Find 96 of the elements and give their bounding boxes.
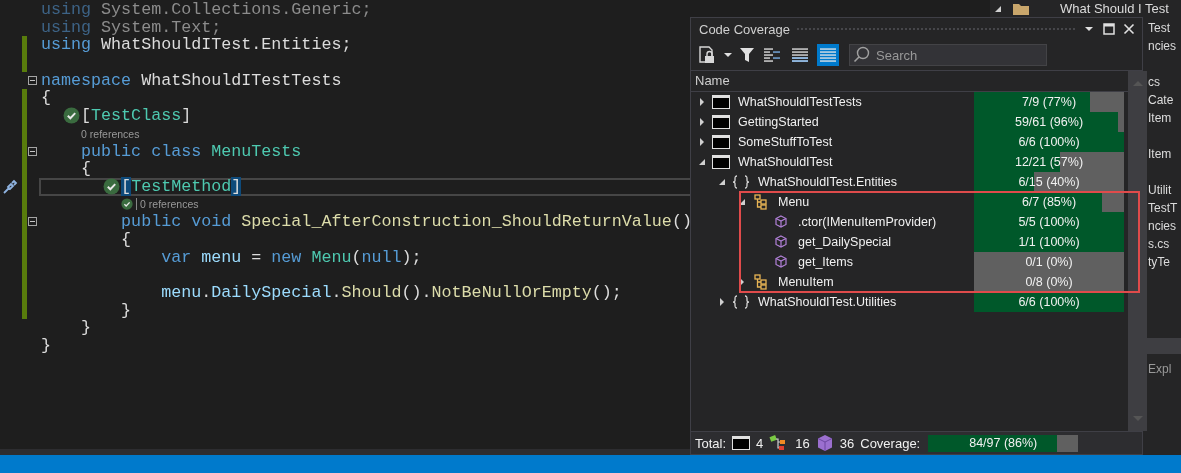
filter-icon[interactable] xyxy=(739,46,755,64)
column-header[interactable]: Name xyxy=(691,71,978,91)
tree-item-label[interactable]: WhatShouldITest.Entities xyxy=(758,175,897,189)
code-line: [TestMethod] xyxy=(121,177,242,196)
panel-tab[interactable]: Expl xyxy=(1148,362,1172,376)
class-icon xyxy=(752,274,770,290)
tree-item-label[interactable]: WhatShouldITestTests xyxy=(738,95,862,109)
namespace-icon xyxy=(732,295,750,309)
coverage-value: 6/7 (85%) xyxy=(1021,194,1077,210)
coverage-value: 0/8 (0%) xyxy=(1025,274,1073,290)
method-count: 36 xyxy=(839,435,855,451)
coverage-value: 84/97 (86%) xyxy=(969,435,1038,451)
collapse-arrow-icon[interactable] xyxy=(697,157,707,167)
expand-arrow-icon[interactable] xyxy=(697,97,707,107)
tree-item-label[interactable]: Item xyxy=(1148,145,1172,163)
dropdown-caret-icon[interactable] xyxy=(723,50,733,60)
tree-item-label[interactable]: .ctor(IMenuItemProvider) xyxy=(798,215,937,229)
code-line: var menu = new Menu(null); xyxy=(161,248,422,267)
namespace-icon xyxy=(732,175,750,189)
module-icon xyxy=(712,95,730,109)
expand-arrow-icon[interactable] xyxy=(697,117,707,127)
coverage-value: 5/5 (100%) xyxy=(1018,214,1080,230)
code-line: public void Special_AfterConstruction_ShouldReturnValue() xyxy=(121,213,692,231)
tree-item-label[interactable]: Utilit xyxy=(1148,181,1172,199)
maximize-icon[interactable] xyxy=(1102,22,1116,36)
tree-item-label[interactable]: MenuItem xyxy=(778,275,834,289)
test-passed-icon[interactable] xyxy=(102,178,120,196)
tree-item-label[interactable]: ncies xyxy=(1148,217,1176,235)
test-passed-icon[interactable] xyxy=(121,198,134,211)
code-line: { xyxy=(81,160,92,178)
tree-item-label[interactable]: WhatShouldITest xyxy=(738,155,833,169)
code-line: } xyxy=(81,319,92,338)
module-icon xyxy=(712,115,730,129)
total-label: Total: xyxy=(695,435,727,451)
collapse-icon[interactable] xyxy=(28,217,37,227)
tree-item-label[interactable]: Menu xyxy=(778,195,810,209)
tree-item-label[interactable]: Test xyxy=(1148,19,1170,37)
module-icon xyxy=(712,155,730,169)
expand-arrow-icon[interactable] xyxy=(697,137,707,147)
code-line: using System.Collections.Generic; xyxy=(41,1,372,19)
class-count: 16 xyxy=(795,435,810,451)
list-icon xyxy=(763,48,781,62)
tree-item-label[interactable]: TestT xyxy=(1148,199,1178,217)
code-line: namespace WhatShouldITestTests xyxy=(41,71,342,90)
cube-icon xyxy=(772,235,790,249)
cube-icon xyxy=(772,255,790,269)
code-line: } xyxy=(121,301,132,320)
references-link[interactable]: 0 references xyxy=(140,198,199,211)
expand-arrow-icon[interactable] xyxy=(717,297,727,307)
tree-item-label[interactable]: GettingStarted xyxy=(738,115,819,129)
coverage-value: 1/1 (100%) xyxy=(1018,234,1080,250)
code-line: { xyxy=(41,89,51,108)
coverage-value: 7/9 (77%) xyxy=(1021,94,1077,110)
code-line: [TestClass] xyxy=(81,107,192,125)
cube-icon xyxy=(815,434,834,452)
tree-item-label[interactable]: Item xyxy=(1148,109,1172,127)
list-icon xyxy=(819,48,837,62)
tree-item-label[interactable]: s.cs xyxy=(1148,235,1170,253)
tree-item-label[interactable]: tyTe xyxy=(1148,253,1170,271)
code-line: } xyxy=(41,337,51,355)
collapse-icon[interactable] xyxy=(28,75,37,85)
tree-item-label[interactable]: get_Items xyxy=(798,255,853,269)
code-line: using System.Text; xyxy=(41,18,222,37)
module-count: 4 xyxy=(756,435,764,451)
coverage-value: 0/1 (0%) xyxy=(1025,254,1073,270)
module-icon xyxy=(732,436,751,450)
search-field[interactable]: Search xyxy=(849,44,1047,66)
class-icon xyxy=(752,194,770,210)
collapse-arrow-icon[interactable] xyxy=(717,177,727,187)
close-icon[interactable] xyxy=(1122,22,1136,36)
screwdriver-icon[interactable] xyxy=(2,178,18,195)
cube-icon xyxy=(772,215,790,229)
references-link[interactable]: 0 references xyxy=(81,127,140,140)
coverage-label: Coverage: xyxy=(860,435,921,451)
code-line: menu.DailySpecial.Should().NotBeNullOrEmpty(); xyxy=(161,284,622,302)
tree-item-label[interactable]: What Should I Test xyxy=(1060,1,1169,16)
tree-item-label[interactable]: get_DailySpecial xyxy=(798,235,892,249)
coverage-value: 6/15 (40%) xyxy=(1018,174,1080,190)
coverage-value: 6/6 (100%) xyxy=(1018,134,1080,150)
test-passed-icon[interactable] xyxy=(62,107,80,125)
coverage-value: 59/61 (96%) xyxy=(1014,114,1084,130)
tree-item-label[interactable]: Cate xyxy=(1148,91,1174,109)
module-icon xyxy=(712,135,730,149)
document-lock-icon[interactable] xyxy=(697,45,717,65)
tree-item-label[interactable]: WhatShouldITest.Utilities xyxy=(758,295,897,309)
code-line: public class MenuTests xyxy=(81,142,302,161)
tree-item-label[interactable]: ncies xyxy=(1148,37,1176,55)
tree-item-label[interactable]: SomeStuffToTest xyxy=(738,135,833,149)
window-title: Code Coverage xyxy=(699,21,791,37)
code-line: using WhatShouldITest.Entities; xyxy=(41,36,352,55)
tree-item-label[interactable]: cs xyxy=(1148,73,1160,91)
collapse-icon[interactable] xyxy=(28,146,37,156)
search-icon xyxy=(853,46,871,64)
code-line: { xyxy=(121,230,132,249)
list-icon xyxy=(791,48,809,62)
coverage-value: 6/6 (100%) xyxy=(1018,294,1080,310)
